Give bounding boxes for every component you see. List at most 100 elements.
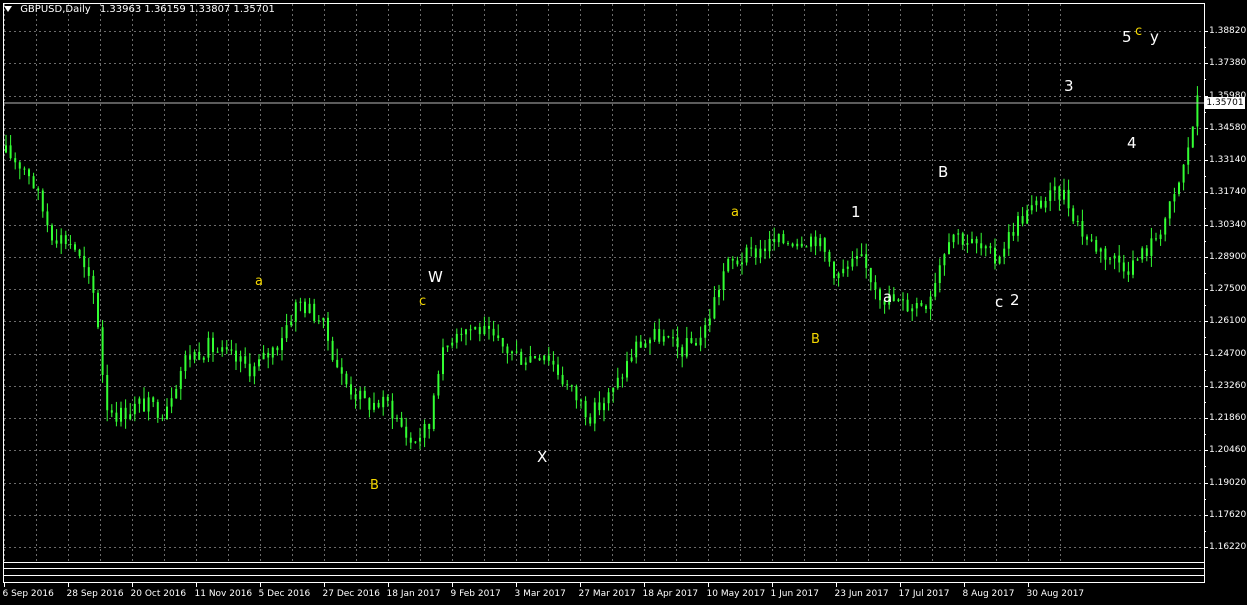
candle-body bbox=[662, 336, 665, 342]
current-price-tag: 1.35701 bbox=[1205, 97, 1245, 109]
candle-body bbox=[483, 325, 486, 335]
candle-body bbox=[547, 355, 550, 361]
wave-label-a-1: a bbox=[255, 274, 263, 289]
candle-body bbox=[704, 325, 707, 338]
candle-body bbox=[837, 273, 840, 279]
candle-body bbox=[400, 417, 403, 427]
candle-body bbox=[110, 410, 113, 413]
candle-body bbox=[764, 248, 766, 252]
wave-label-x: X bbox=[537, 448, 548, 466]
candle-body bbox=[989, 246, 992, 248]
candle-body bbox=[216, 351, 219, 353]
candle-body bbox=[92, 275, 95, 293]
candle-body bbox=[414, 441, 417, 443]
dropdown-icon[interactable] bbox=[4, 6, 12, 12]
candle-body bbox=[791, 243, 794, 247]
wave-label-b-3: B bbox=[938, 163, 949, 181]
candle-body bbox=[322, 317, 325, 321]
candle-body bbox=[304, 301, 306, 314]
candle-body bbox=[442, 347, 444, 375]
candle-body bbox=[897, 299, 900, 302]
candle-body bbox=[773, 238, 776, 243]
wave-label-4: 4 bbox=[1127, 134, 1137, 152]
price-label: 1.38820 bbox=[1209, 25, 1247, 36]
candle-body bbox=[561, 374, 564, 385]
candle-body bbox=[294, 302, 297, 322]
candle-body bbox=[460, 333, 463, 335]
candlestick-series bbox=[5, 86, 1199, 450]
candle-body bbox=[377, 402, 380, 408]
candle-body bbox=[745, 247, 748, 263]
candle-body bbox=[46, 211, 49, 226]
candle-body bbox=[1155, 238, 1157, 240]
candle-body bbox=[101, 327, 104, 376]
wave-label-c-4: c bbox=[1135, 24, 1143, 39]
wave-label-w: W bbox=[428, 268, 443, 286]
candle-body bbox=[699, 337, 702, 346]
candle-body bbox=[28, 169, 30, 177]
candle-body bbox=[667, 336, 670, 338]
candle-body bbox=[299, 301, 302, 303]
candle-body bbox=[271, 347, 274, 358]
candle-body bbox=[419, 437, 421, 442]
price-label: 1.37380 bbox=[1209, 57, 1247, 68]
wave-label-b-2: B bbox=[811, 332, 820, 347]
candle-body bbox=[152, 397, 155, 403]
candle-body bbox=[1099, 248, 1102, 252]
candle-body bbox=[405, 426, 408, 438]
candle-body bbox=[1118, 255, 1121, 263]
candle-body bbox=[285, 325, 288, 339]
candle-body bbox=[575, 386, 578, 401]
candle-body bbox=[1095, 239, 1098, 252]
wave-label-3: 3 bbox=[1064, 77, 1074, 95]
candle-body bbox=[1141, 248, 1144, 260]
candle-body bbox=[446, 345, 449, 348]
candle-body bbox=[156, 402, 159, 418]
candle-body bbox=[41, 190, 44, 212]
candle-body bbox=[5, 145, 7, 153]
candle-body bbox=[1012, 232, 1015, 236]
candle-body bbox=[796, 243, 799, 247]
candle-body bbox=[120, 407, 122, 422]
candle-body bbox=[1086, 236, 1088, 240]
candle-body bbox=[626, 361, 628, 378]
candle-body bbox=[1159, 234, 1162, 239]
candle-body bbox=[235, 350, 237, 362]
candle-body bbox=[759, 248, 762, 258]
candle-body bbox=[616, 377, 619, 388]
candle-body bbox=[1067, 189, 1070, 209]
candle-body bbox=[938, 265, 941, 283]
candle-body bbox=[1191, 126, 1194, 148]
candle-body bbox=[133, 403, 136, 415]
candle-body bbox=[695, 342, 697, 346]
candle-body bbox=[768, 238, 771, 252]
time-label: 28 Sep 2016 bbox=[66, 589, 124, 599]
wave-label-a-3: a bbox=[883, 288, 893, 306]
candle-body bbox=[469, 329, 472, 331]
time-label: 10 May 2017 bbox=[706, 589, 766, 599]
candle-body bbox=[713, 297, 716, 319]
candle-body bbox=[603, 403, 605, 411]
candle-body bbox=[317, 320, 320, 322]
chart-header[interactable]: GBPUSD,Daily 1.33963 1.36159 1.33807 1.3… bbox=[4, 4, 275, 15]
candle-body bbox=[432, 395, 435, 430]
candle-body bbox=[920, 303, 923, 306]
price-chart[interactable] bbox=[0, 0, 1247, 605]
candle-body bbox=[51, 225, 53, 241]
candle-body bbox=[1178, 182, 1180, 195]
candle-body bbox=[1182, 164, 1185, 183]
candle-body bbox=[262, 352, 265, 360]
candle-body bbox=[741, 262, 743, 265]
candle-body bbox=[676, 337, 679, 348]
candle-body bbox=[64, 235, 67, 245]
candle-body bbox=[529, 356, 532, 363]
candle-body bbox=[244, 356, 247, 364]
candle-body bbox=[74, 244, 76, 250]
candle-body bbox=[1044, 200, 1047, 208]
candle-body bbox=[55, 240, 58, 244]
candle-body bbox=[879, 289, 881, 301]
candle-body bbox=[276, 347, 279, 351]
candle-body bbox=[147, 397, 150, 412]
candle-body bbox=[1173, 194, 1176, 202]
candle-body bbox=[902, 299, 904, 301]
